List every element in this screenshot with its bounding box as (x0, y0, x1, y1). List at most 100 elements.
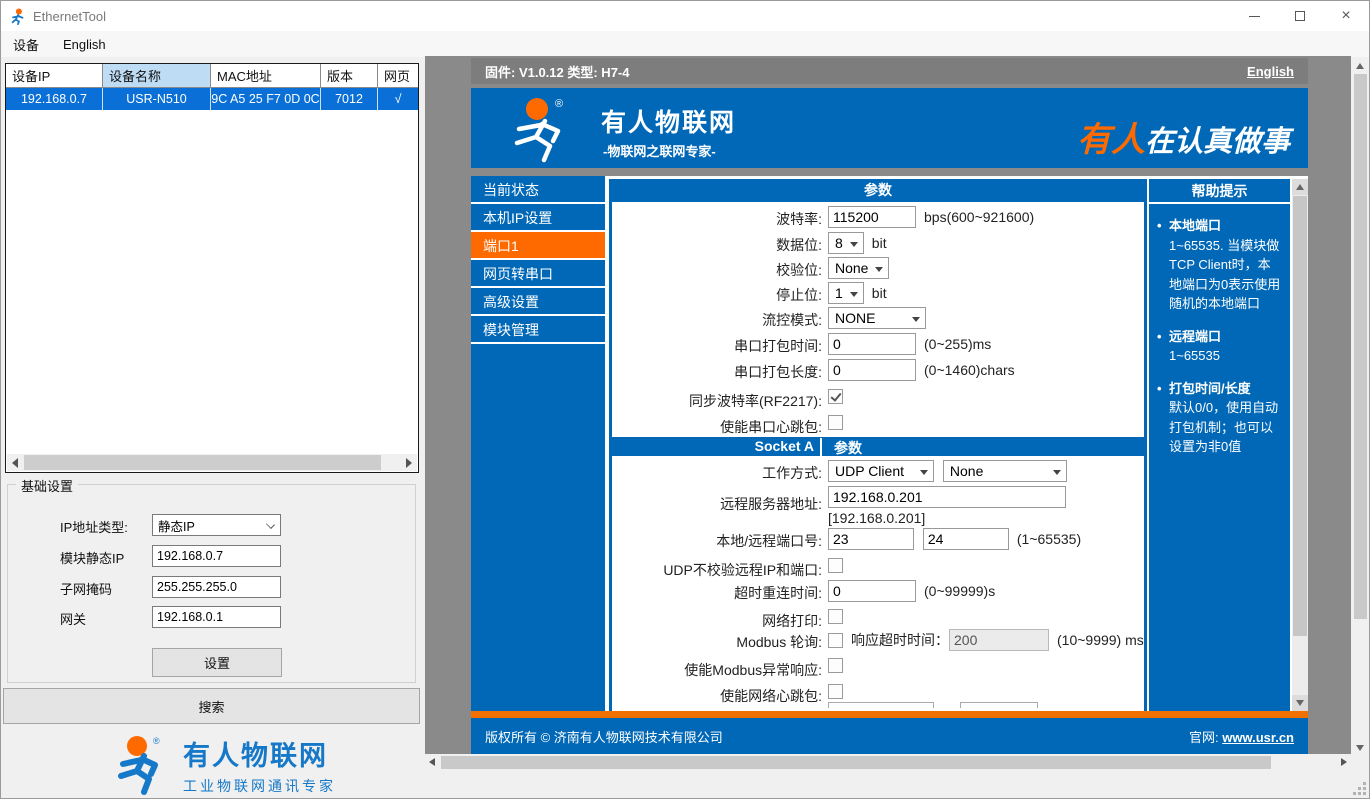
device-table-hscrollbar[interactable] (7, 454, 417, 471)
parity-select[interactable]: None (828, 257, 890, 279)
column-header-name[interactable]: 设备名称 (103, 64, 211, 87)
local-port-input[interactable] (828, 528, 914, 550)
nav-item-module-mgmt[interactable]: 模块管理 (471, 316, 605, 344)
net-heartbeat-checkbox[interactable] (828, 684, 843, 700)
dropdown-arrow-icon (912, 317, 920, 322)
reconnect-input[interactable] (828, 580, 916, 602)
nav-item-local-ip[interactable]: 本机IP设置 (471, 204, 605, 232)
usr-runner-icon-white: ® (514, 98, 563, 163)
nav-item-port1[interactable]: 端口1 (471, 232, 605, 260)
usr-logo: ® 有人物联网 工业物联网通讯专家 (111, 734, 336, 796)
basic-settings-title: 基础设置 (16, 476, 79, 495)
bullet-icon: • (1157, 218, 1162, 233)
page-vscrollbar[interactable] (1292, 179, 1308, 711)
databits-select[interactable]: 8 (828, 232, 864, 254)
help-item-body: 默认0/0，使用自动打包机制；也可以设置为非0值 (1169, 400, 1279, 454)
cell-device-web-link[interactable]: √ (378, 88, 418, 110)
scroll-left-icon[interactable] (12, 458, 18, 468)
menu-bar: 设备 English (1, 31, 1369, 57)
nav-item-web-to-serial[interactable]: 网页转串口 (471, 260, 605, 288)
databits-suffix: bit (871, 235, 887, 251)
socket-a-title: Socket A (612, 438, 822, 457)
search-button[interactable]: 搜索 (3, 688, 420, 724)
remote-addr-row: 远程服务器地址: (612, 486, 1144, 512)
menu-english[interactable]: English (51, 31, 118, 57)
remote-addr-input[interactable] (828, 486, 1066, 508)
packlen-input[interactable] (828, 359, 916, 381)
scroll-right-icon[interactable] (406, 458, 412, 468)
udp-nocheck-checkbox[interactable] (828, 558, 843, 574)
maximize-button[interactable] (1277, 1, 1323, 31)
reconnect-hint: (0~99999)s (924, 583, 996, 599)
help-title: 帮助提示 (1149, 179, 1290, 204)
modbus-checkbox[interactable] (828, 632, 843, 648)
hscroll-thumb[interactable] (24, 455, 381, 470)
static-ip-label: 模块静态IP (60, 551, 125, 566)
ip-type-select[interactable]: 静态IP (152, 514, 281, 536)
nav-item-advanced[interactable]: 高级设置 (471, 288, 605, 316)
menu-device[interactable]: 设备 (1, 31, 51, 57)
scroll-right-icon[interactable] (1341, 758, 1347, 766)
baud-input[interactable] (828, 206, 916, 228)
gateway-row: 网关 (8, 606, 415, 628)
packtime-input[interactable] (828, 333, 916, 355)
modbus-timeout-label: 响应超时时间： (851, 632, 949, 648)
dropdown-arrow-icon (1052, 470, 1061, 475)
column-header-version[interactable]: 版本 (321, 64, 378, 87)
slogan-white: 在认真做事 (1144, 126, 1290, 158)
maximize-icon (1295, 11, 1305, 21)
net-print-row: 网络打印: (612, 608, 1144, 630)
scroll-up-button[interactable] (1353, 58, 1368, 73)
dropdown-arrow-icon (849, 292, 858, 297)
vscroll-thumb[interactable] (1354, 74, 1367, 619)
workmode-select[interactable]: UDP Client (828, 460, 934, 482)
syncbaud-label: 同步波特率(RF2217): (688, 393, 822, 409)
stopbits-select[interactable]: 1 (828, 282, 864, 304)
help-item-title: 打包时间/长度 (1169, 380, 1251, 396)
column-header-ip[interactable]: 设备IP (6, 64, 103, 87)
scroll-up-icon (1356, 63, 1364, 69)
workmode-sub-select[interactable]: None (942, 460, 1067, 482)
scroll-up-button[interactable] (1292, 179, 1308, 195)
page-topbar: 固件: V1.0.12 类型: H7-4 English (471, 58, 1308, 84)
hscroll-thumb[interactable] (441, 756, 1271, 769)
device-table-header: 设备IP 设备名称 MAC地址 版本 网页 (6, 64, 418, 88)
flow-select[interactable]: NONE (828, 307, 926, 329)
static-ip-input[interactable] (152, 545, 281, 567)
website-link[interactable]: www.usr.cn (1222, 730, 1294, 745)
app-hscrollbar[interactable] (425, 755, 1351, 770)
help-item-title: 本地端口 (1169, 218, 1222, 233)
subnet-mask-input[interactable] (152, 576, 281, 598)
remote-addr-resolved: [192.168.0.201] (828, 510, 926, 526)
modbus-exc-checkbox[interactable] (828, 658, 843, 674)
app-vscrollbar[interactable] (1353, 58, 1368, 754)
gateway-input[interactable] (152, 606, 281, 628)
english-link[interactable]: English (1247, 64, 1294, 79)
udp-nocheck-label: UDP不校验远程IP和端口: (663, 562, 822, 578)
nav-item-current-status[interactable]: 当前状态 (471, 176, 605, 204)
scroll-down-button[interactable] (1292, 695, 1308, 711)
packlen-label: 串口打包长度: (734, 364, 822, 380)
resize-grip[interactable] (1352, 781, 1366, 795)
net-print-checkbox[interactable] (828, 609, 843, 625)
syncbaud-checkbox[interactable] (828, 389, 843, 405)
ip-type-label: IP地址类型: (60, 520, 128, 535)
column-header-mac[interactable]: MAC地址 (211, 64, 321, 87)
minimize-button[interactable] (1231, 1, 1277, 31)
scroll-up-icon (1296, 184, 1304, 190)
scroll-left-icon[interactable] (429, 758, 435, 766)
page-scroll-thumb[interactable] (1293, 196, 1307, 636)
table-row[interactable]: 192.168.0.7 USR-N510 9C A5 25 F7 0D 0C 7… (6, 88, 418, 110)
form-section-title: 参数 (612, 179, 1144, 202)
app-window: EthernetTool × 设备 English 设备IP 设备名称 MAC地… (0, 0, 1370, 799)
remote-port-input[interactable] (922, 528, 1009, 550)
scroll-down-button[interactable] (1353, 739, 1368, 754)
column-header-web[interactable]: 网页 (378, 64, 418, 87)
close-button[interactable]: × (1323, 1, 1369, 31)
set-button[interactable]: 设置 (152, 648, 282, 677)
usr-runner-icon: ® (118, 736, 160, 795)
serial-heartbeat-checkbox[interactable] (828, 415, 843, 431)
page-content: 当前状态 本机IP设置 端口1 网页转串口 高级设置 模块管理 参数 波特率: … (471, 176, 1308, 711)
minimize-icon (1248, 15, 1260, 17)
modbus-exc-row: 使能Modbus异常响应: (612, 657, 1144, 679)
